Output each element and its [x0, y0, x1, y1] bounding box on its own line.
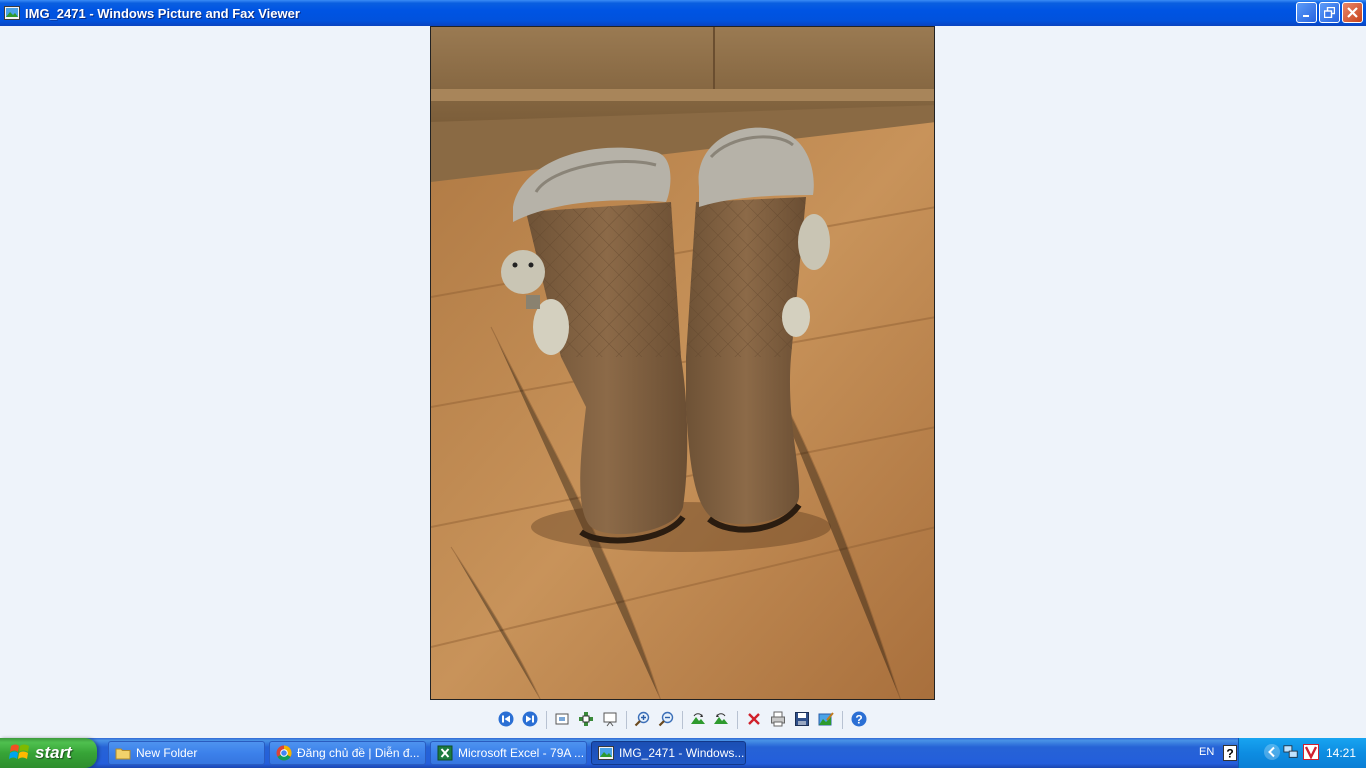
zoom-out-icon [658, 711, 674, 727]
task-label: IMG_2471 - Windows... [619, 746, 745, 760]
svg-text:?: ? [855, 713, 862, 727]
best-fit-icon [555, 713, 569, 725]
close-button[interactable] [1342, 2, 1363, 23]
displayed-photo [430, 26, 935, 700]
language-indicator[interactable]: EN [1199, 746, 1214, 758]
title-bar[interactable]: IMG_2471 - Windows Picture and Fax Viewe… [0, 0, 1366, 26]
slideshow-button[interactable] [600, 709, 620, 729]
back-arrow-icon[interactable] [1264, 744, 1280, 760]
slideshow-icon [603, 712, 617, 727]
rotate-counterclockwise-icon [714, 713, 728, 724]
taskbar-item-chrome[interactable]: Đăng chủ đề | Diễn đ... [269, 741, 426, 765]
next-image-button[interactable] [520, 709, 540, 729]
restore-button[interactable] [1319, 2, 1340, 23]
next-icon [522, 711, 538, 727]
window-title: IMG_2471 - Windows Picture and Fax Viewe… [25, 5, 300, 21]
zoom-in-button[interactable] [632, 709, 652, 729]
rotate-counterclockwise-button[interactable] [711, 709, 731, 729]
system-tray: 14:21 [1238, 738, 1366, 768]
zoom-out-button[interactable] [656, 709, 676, 729]
viewer-toolbar: ? [0, 709, 1366, 731]
best-fit-button[interactable] [552, 709, 572, 729]
taskbar-item-excel[interactable]: Microsoft Excel - 79A ... [430, 741, 587, 765]
restore-icon [1324, 7, 1335, 18]
minimize-button[interactable] [1296, 2, 1317, 23]
taskbar-item-picture-viewer[interactable]: IMG_2471 - Windows... [591, 741, 746, 765]
minimize-icon [1302, 14, 1309, 17]
task-label: Microsoft Excel - 79A ... [458, 746, 585, 760]
chrome-icon [276, 745, 292, 761]
network-icon[interactable] [1283, 744, 1299, 760]
task-label: New Folder [136, 746, 198, 760]
svg-text:?: ? [1226, 747, 1233, 761]
rotate-clockwise-icon [691, 713, 705, 724]
taskbar: start New Folder Đăng chủ đề | Diễn đ...… [0, 738, 1366, 768]
save-button[interactable] [792, 709, 812, 729]
picture-viewer-icon [598, 746, 614, 760]
rotate-clockwise-button[interactable] [688, 709, 708, 729]
start-label: start [35, 743, 72, 762]
actual-size-button[interactable] [576, 709, 596, 729]
help-icon: ? [851, 711, 867, 727]
viewer-area: ? [0, 26, 1366, 738]
excel-icon [437, 745, 453, 761]
previous-icon [498, 711, 514, 727]
picture-viewer-icon [4, 5, 20, 21]
actual-size-icon [579, 712, 593, 726]
help-icon[interactable]: ? [1222, 745, 1238, 761]
close-icon [1347, 7, 1358, 18]
delete-button[interactable] [744, 709, 764, 729]
clock[interactable]: 14:21 [1326, 746, 1356, 760]
print-button[interactable] [768, 709, 788, 729]
taskbar-item-new-folder[interactable]: New Folder [108, 741, 265, 765]
edit-icon [818, 712, 834, 726]
save-icon [795, 712, 809, 726]
windows-logo-icon [9, 744, 29, 759]
task-label: Đăng chủ đề | Diễn đ... [297, 746, 420, 760]
antivirus-icon[interactable] [1303, 744, 1319, 760]
edit-button[interactable] [816, 709, 836, 729]
folder-icon [115, 748, 131, 760]
help-button[interactable]: ? [849, 709, 869, 729]
zoom-in-icon [634, 711, 650, 727]
delete-icon [748, 713, 760, 725]
start-button[interactable]: start [0, 738, 97, 768]
previous-image-button[interactable] [496, 709, 516, 729]
print-icon [771, 711, 785, 727]
